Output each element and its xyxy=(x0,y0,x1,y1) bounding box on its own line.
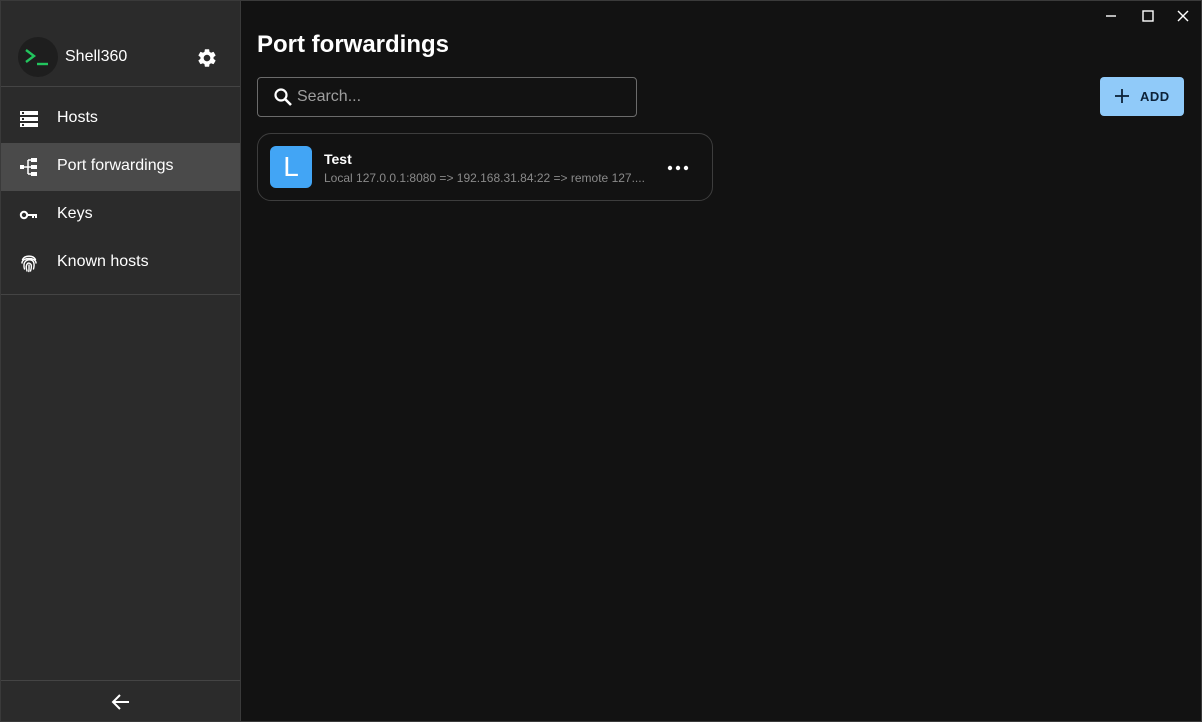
close-window-button[interactable] xyxy=(1169,5,1197,27)
gear-icon xyxy=(198,49,216,67)
arrow-left-icon xyxy=(111,694,129,710)
more-horizontal-icon xyxy=(667,165,689,171)
search-icon xyxy=(274,88,292,106)
sidebar-item-hosts[interactable]: Hosts xyxy=(1,95,240,143)
collapse-sidebar-button[interactable] xyxy=(109,691,133,713)
plus-icon xyxy=(1115,89,1129,103)
sidebar-item-label: Hosts xyxy=(57,109,98,126)
brand-header: Shell360 xyxy=(1,1,240,87)
sidebar-item-label: Known hosts xyxy=(57,253,149,270)
page-title: Port forwardings xyxy=(257,31,450,58)
sidebar-item-port-forwardings[interactable]: Port forwardings xyxy=(1,143,240,191)
more-options-button[interactable] xyxy=(664,154,692,180)
sidebar-item-keys[interactable]: Keys xyxy=(1,191,240,239)
maximize-window-button[interactable] xyxy=(1134,5,1162,27)
close-icon xyxy=(1177,10,1189,22)
settings-button[interactable] xyxy=(196,47,218,69)
sidebar-item-label: Port forwardings xyxy=(57,157,174,174)
minimize-window-button[interactable] xyxy=(1097,5,1125,27)
minimize-icon xyxy=(1106,15,1116,17)
server-icon xyxy=(20,111,38,127)
add-button[interactable]: ADD xyxy=(1100,77,1184,116)
item-description: Local 127.0.0.1:8080 => 192.168.31.84:22… xyxy=(324,171,645,185)
sidebar-footer xyxy=(1,680,240,721)
app-logo xyxy=(18,37,58,77)
sidebar-divider xyxy=(1,294,240,295)
maximize-icon xyxy=(1142,10,1154,22)
sidebar-nav: Hosts Port forwardings Keys Known hosts xyxy=(1,95,240,287)
app-name: Shell360 xyxy=(65,48,128,65)
item-name: Test xyxy=(324,151,352,167)
sidebar-item-known-hosts[interactable]: Known hosts xyxy=(1,239,240,287)
avatar: L xyxy=(270,146,312,188)
search-input[interactable] xyxy=(295,79,629,115)
port-forwarding-item[interactable]: L Test Local 127.0.0.1:8080 => 192.168.3… xyxy=(257,133,713,201)
fingerprint-icon xyxy=(21,255,37,273)
terminal-icon xyxy=(25,49,48,66)
sidebar-item-label: Keys xyxy=(57,205,93,222)
key-icon xyxy=(19,210,37,220)
port-forwarding-icon xyxy=(20,158,37,176)
sidebar: Shell360 Hosts Port forwardings Keys Kno… xyxy=(1,1,241,721)
app-window: Shell360 Hosts Port forwardings Keys Kno… xyxy=(0,0,1202,722)
search-field[interactable] xyxy=(257,77,637,117)
add-button-label: ADD xyxy=(1140,89,1170,104)
